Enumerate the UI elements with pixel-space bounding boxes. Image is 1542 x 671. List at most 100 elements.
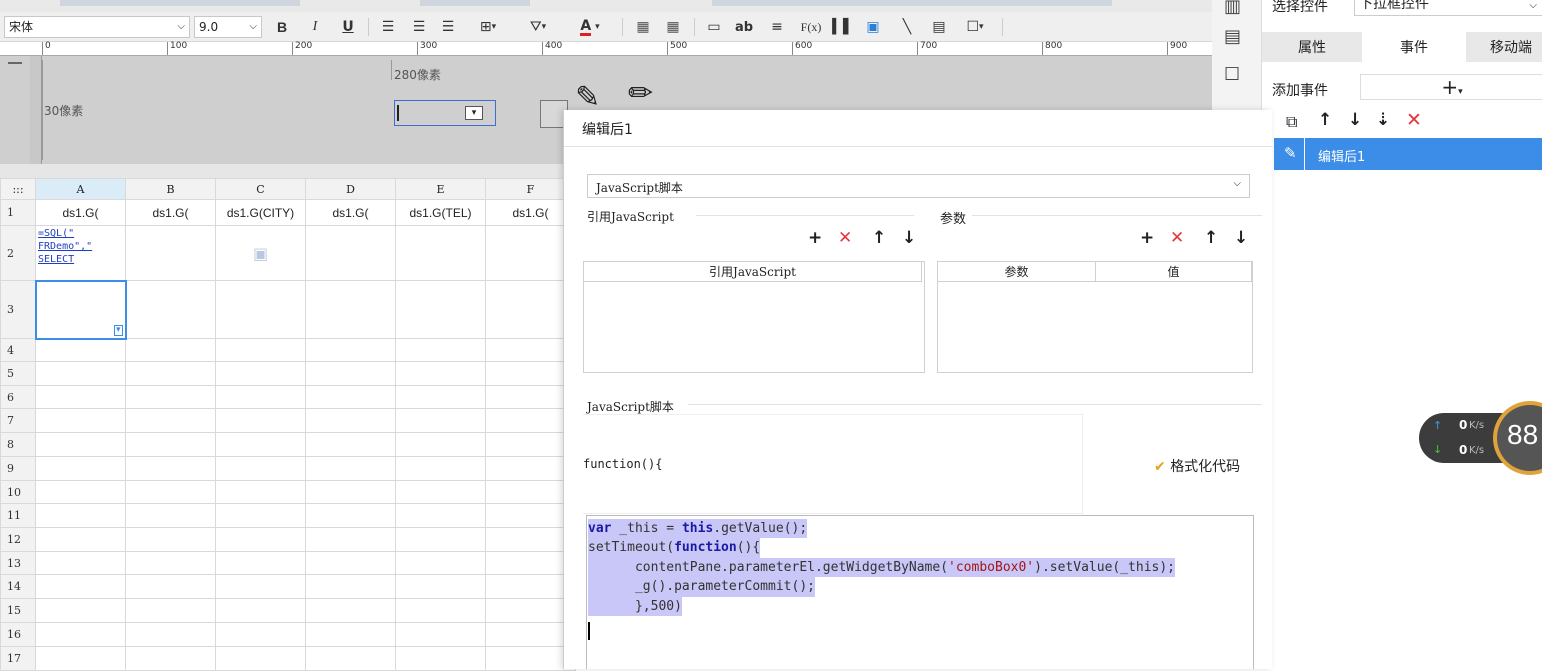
sub-report-icon[interactable]: ▤ — [928, 17, 950, 37]
value-column-header[interactable]: 值 — [1096, 262, 1252, 282]
cell[interactable] — [395, 598, 486, 623]
cell[interactable] — [35, 598, 126, 623]
move-down-icon[interactable]: ↓ — [902, 228, 916, 248]
cell[interactable] — [35, 527, 126, 552]
fill-color-icon[interactable]: ⛛ ▾ — [520, 17, 556, 37]
add-event-button[interactable]: +▾ — [1360, 74, 1542, 100]
cell[interactable] — [395, 622, 486, 647]
cell-d2[interactable] — [305, 225, 396, 281]
cell[interactable] — [305, 480, 396, 504]
align-center-icon[interactable]: ☰ — [408, 17, 430, 37]
row-header[interactable]: 7 — [0, 408, 36, 433]
cell[interactable] — [125, 480, 216, 504]
cell[interactable] — [125, 385, 216, 409]
column-header-d[interactable]: D — [305, 178, 396, 200]
row-header[interactable]: 3 — [0, 280, 36, 339]
cell[interactable] — [485, 338, 576, 362]
italic-button[interactable]: I — [305, 17, 325, 37]
cell[interactable] — [485, 527, 576, 552]
cell[interactable] — [35, 503, 126, 528]
frame-icon[interactable]: ☐ ▾ — [958, 17, 992, 37]
align-right-icon[interactable]: ☰ — [437, 17, 459, 37]
tab-events[interactable]: 事件 — [1362, 32, 1466, 62]
cell[interactable] — [125, 598, 216, 623]
cell[interactable] — [395, 361, 486, 386]
row-header[interactable]: 5 — [0, 361, 36, 386]
cell[interactable] — [125, 432, 216, 457]
cell-f3[interactable] — [485, 280, 576, 339]
cell[interactable] — [395, 646, 486, 671]
event-list-item[interactable]: ✎ 编辑后1 — [1274, 138, 1542, 170]
split-cells-icon[interactable]: ▦ — [662, 17, 684, 37]
cell[interactable] — [35, 338, 126, 362]
cell[interactable] — [35, 551, 126, 575]
frame-icon[interactable]: ☐ — [1224, 64, 1240, 85]
row-header[interactable]: 6 — [0, 385, 36, 409]
cell[interactable] — [395, 456, 486, 481]
cell-d1[interactable]: ds1.G( — [305, 199, 396, 226]
chart-icon[interactable]: ▍▌ — [832, 17, 854, 37]
list-icon[interactable]: ≡ — [766, 17, 788, 37]
cell[interactable] — [305, 622, 396, 647]
cell[interactable] — [485, 480, 576, 504]
cell[interactable] — [35, 408, 126, 433]
row-header[interactable]: 8 — [0, 432, 36, 457]
cell-a1[interactable]: ds1.G( — [35, 199, 126, 226]
cell-e1[interactable]: ds1.G(TEL) — [395, 199, 486, 226]
cell[interactable] — [485, 361, 576, 386]
move-down-icon[interactable]: ↓ — [1348, 110, 1362, 130]
cell[interactable] — [125, 503, 216, 528]
row-header[interactable]: 14 — [0, 574, 36, 599]
js-code-editor[interactable]: var _this = this.getValue(); setTimeout(… — [586, 515, 1254, 669]
cell[interactable] — [305, 408, 396, 433]
cell[interactable] — [305, 503, 396, 528]
image-icon[interactable]: ▣ — [862, 17, 884, 37]
cell[interactable] — [125, 574, 216, 599]
delete-icon[interactable]: ✕ — [1406, 109, 1422, 131]
cell[interactable] — [395, 338, 486, 362]
cell[interactable] — [485, 551, 576, 575]
cell[interactable] — [305, 456, 396, 481]
pencil-icon[interactable]: ✏ — [628, 76, 653, 111]
cell[interactable] — [215, 503, 306, 528]
column-header-e[interactable]: E — [395, 178, 486, 200]
ref-js-column-header[interactable]: 引用JavaScript — [584, 262, 922, 282]
cell[interactable] — [215, 456, 306, 481]
delete-js-icon[interactable]: ✕ — [838, 228, 852, 248]
cell[interactable] — [395, 551, 486, 575]
cell[interactable] — [485, 385, 576, 409]
cell[interactable] — [35, 432, 126, 457]
underline-button[interactable]: U — [338, 17, 358, 37]
event-type-select[interactable]: JavaScript脚本 ⌵ — [587, 174, 1250, 198]
add-js-icon[interactable]: + — [808, 228, 822, 248]
cell[interactable] — [305, 432, 396, 457]
align-left-icon[interactable]: ☰ — [377, 17, 399, 37]
row-header[interactable]: 11 — [0, 503, 36, 528]
row-header[interactable]: 4 — [0, 338, 36, 362]
cell[interactable] — [35, 480, 126, 504]
cell[interactable] — [395, 432, 486, 457]
layout-icon[interactable]: ▤ — [1224, 26, 1241, 47]
cell[interactable] — [215, 574, 306, 599]
font-family-select[interactable]: 宋体 ⌵ — [4, 16, 190, 38]
cell-f1[interactable]: ds1.G( — [485, 199, 576, 226]
cell[interactable] — [35, 646, 126, 671]
cell[interactable] — [395, 408, 486, 433]
combobox-widget[interactable]: ▾ — [394, 100, 496, 126]
cell[interactable] — [125, 361, 216, 386]
bold-button[interactable]: B — [272, 17, 292, 37]
cell[interactable] — [485, 503, 576, 528]
delete-param-icon[interactable]: ✕ — [1170, 228, 1184, 248]
cell[interactable] — [125, 408, 216, 433]
sort-icon[interactable]: ⇣ — [1376, 110, 1390, 130]
font-color-button[interactable]: A ▾ — [570, 17, 610, 37]
cell[interactable] — [395, 527, 486, 552]
row-header[interactable]: 12 — [0, 527, 36, 552]
collapse-icon[interactable] — [8, 62, 22, 70]
cell[interactable] — [485, 646, 576, 671]
cell[interactable] — [215, 338, 306, 362]
cell[interactable] — [35, 385, 126, 409]
cell[interactable] — [395, 574, 486, 599]
cell[interactable] — [215, 432, 306, 457]
cell[interactable] — [215, 598, 306, 623]
